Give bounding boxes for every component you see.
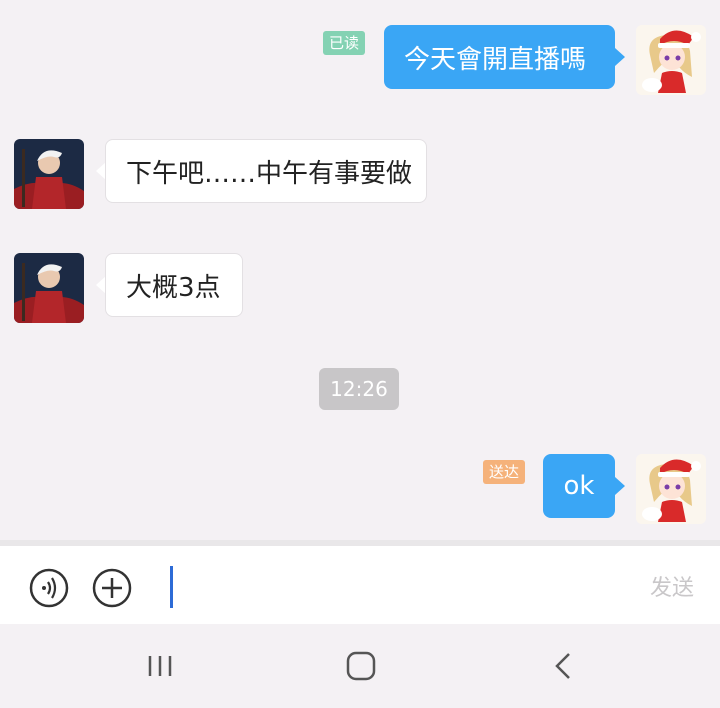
outgoing-message-bubble[interactable]: ok [543,454,615,518]
message-text: 今天會開直播嗎 [404,44,587,75]
text-cursor [170,566,173,608]
contact-avatar[interactable] [14,253,84,323]
my-avatar[interactable] [636,454,706,524]
bubble-tail [615,48,625,66]
home-icon[interactable] [341,646,381,686]
contact-avatar[interactable] [14,139,84,209]
voice-icon[interactable] [29,568,69,608]
send-button[interactable]: 发送 [650,570,694,602]
incoming-message-bubble[interactable]: 大概3点 [105,253,243,317]
plus-icon[interactable] [92,568,132,608]
recent-apps-icon[interactable] [140,646,180,686]
message-text: 大概3点 [126,272,221,303]
message-input-bar: 发送 [0,540,720,624]
chat-area[interactable]: 已读 今天會開直播嗎 下午吧……中午有事要做 大概3点 12:26 送达 ok [0,0,720,540]
message-text: 下午吧……中午有事要做 [126,158,413,189]
delivered-status-badge: 送达 [483,460,526,484]
outgoing-message-bubble[interactable]: 今天會開直播嗎 [384,25,615,89]
timestamp-divider: 12:26 [319,368,399,410]
message-text: ok [563,471,595,501]
message-input[interactable] [160,558,624,616]
bubble-tail [615,477,625,495]
system-navigation-bar [0,624,720,708]
incoming-message-bubble[interactable]: 下午吧……中午有事要做 [105,139,427,203]
back-icon[interactable] [543,646,583,686]
my-avatar[interactable] [636,25,706,95]
read-status-badge: 已读 [323,31,366,55]
